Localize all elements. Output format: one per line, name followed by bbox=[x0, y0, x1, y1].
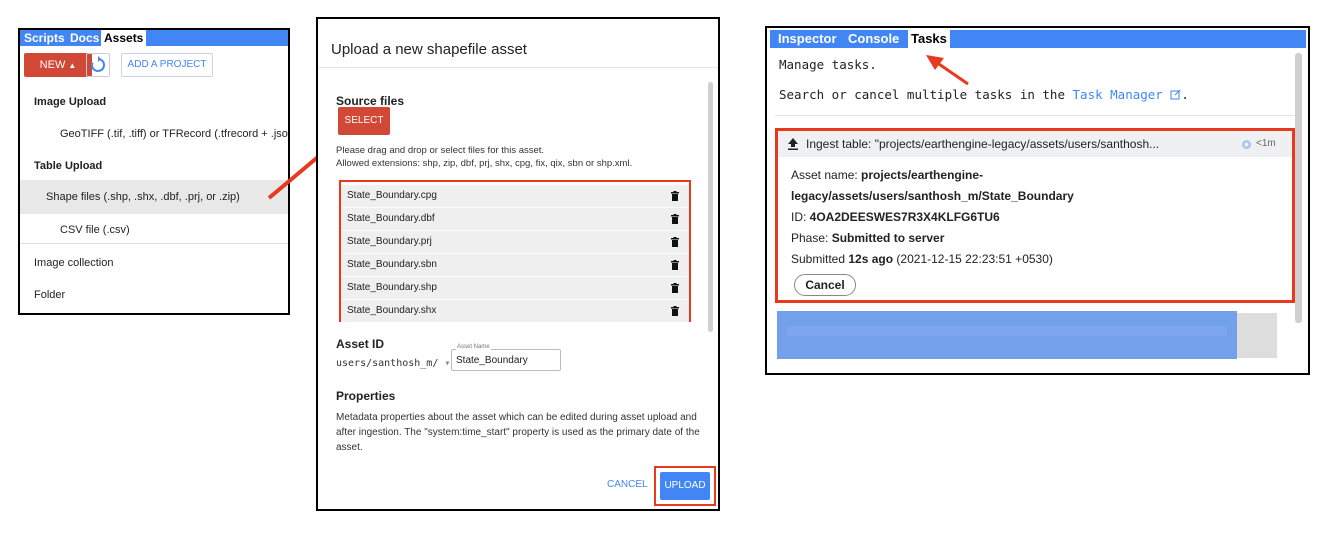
trash-icon[interactable] bbox=[671, 260, 679, 270]
shape-files-label: Shape files (.shp, .shx, .dbf, .prj, or … bbox=[46, 191, 240, 203]
tasks-panel: Inspector Console Tasks Manage tasks. Se… bbox=[765, 26, 1310, 375]
task-submitted-label: Submitted bbox=[791, 252, 849, 266]
task-manager-link[interactable]: Task Manager bbox=[1073, 87, 1163, 102]
properties-heading: Properties bbox=[336, 389, 396, 403]
dialog-scrollbar[interactable] bbox=[708, 82, 713, 332]
blurred-task-row bbox=[787, 326, 1227, 336]
task-time: <1m bbox=[1256, 138, 1276, 149]
tab-tasks[interactable]: Tasks bbox=[908, 30, 950, 48]
file-name: State_Boundary.sbn bbox=[347, 259, 437, 270]
trash-icon[interactable] bbox=[671, 283, 679, 293]
task-title: Ingest table: "projects/earthengine-lega… bbox=[806, 137, 1160, 151]
help-text-line2: Allowed extensions: shp, zip, dbf, prj, … bbox=[336, 158, 633, 169]
blurred-task-row bbox=[1237, 313, 1277, 358]
list-item: State_Boundary.cpg bbox=[341, 185, 689, 207]
tab-docs[interactable]: Docs bbox=[70, 30, 99, 46]
refresh-button[interactable] bbox=[86, 53, 110, 77]
gear-icon bbox=[1242, 140, 1251, 149]
search-tasks-line: Search or cancel multiple tasks in the T… bbox=[779, 87, 1189, 102]
upload-highlight: UPLOAD bbox=[654, 466, 716, 506]
folder-option[interactable]: Folder bbox=[34, 289, 288, 301]
asset-name-label: Asset Name bbox=[456, 344, 491, 350]
cancel-button[interactable]: CANCEL bbox=[607, 479, 648, 490]
divider bbox=[20, 243, 288, 244]
asset-name-value: projects/earthengine- bbox=[861, 168, 984, 182]
csv-file-option[interactable]: CSV file (.csv) bbox=[60, 224, 288, 236]
tasks-tab-bar: Inspector Console Tasks bbox=[770, 30, 1306, 48]
image-upload-heading: Image Upload bbox=[34, 96, 107, 108]
list-item: State_Boundary.shp bbox=[341, 277, 689, 299]
trash-icon[interactable] bbox=[671, 214, 679, 224]
assets-tab-bar: Scripts Docs Assets bbox=[20, 30, 288, 46]
upload-shapefile-dialog: Upload a new shapefile asset Source file… bbox=[316, 17, 720, 511]
tasks-scrollbar[interactable] bbox=[1295, 53, 1302, 323]
new-button-label: NEW bbox=[39, 59, 66, 71]
task-phase-label: Phase: bbox=[791, 231, 832, 245]
dropdown-icon: ▾ bbox=[444, 358, 451, 369]
task-id-value: 4OA2DEESWES7R3X4KLFG6TU6 bbox=[809, 210, 1000, 224]
search-tasks-text: Search or cancel multiple tasks in the bbox=[779, 87, 1065, 102]
trash-icon[interactable] bbox=[671, 237, 679, 247]
task-submitted-line: Submitted 12s ago (2021-12-15 22:23:51 +… bbox=[791, 252, 1053, 266]
asset-name-line1: Asset name: projects/earthengine- bbox=[791, 168, 983, 182]
file-name: State_Boundary.shx bbox=[347, 305, 437, 316]
task-phase-value: Submitted to server bbox=[831, 231, 945, 245]
file-name: State_Boundary.shp bbox=[347, 282, 437, 293]
shape-files-option[interactable]: Shape files (.shp, .shx, .dbf, .prj, or … bbox=[20, 180, 288, 214]
tab-scripts[interactable]: Scripts bbox=[24, 30, 65, 46]
asset-id-prefix: users/santhosh_m/ bbox=[336, 358, 439, 369]
list-item: State_Boundary.dbf bbox=[341, 208, 689, 230]
tab-assets[interactable]: Assets bbox=[101, 30, 147, 46]
tab-inspector[interactable]: Inspector bbox=[778, 30, 837, 48]
trash-icon[interactable] bbox=[671, 306, 679, 316]
list-item: State_Boundary.prj bbox=[341, 231, 689, 253]
select-button[interactable]: SELECT bbox=[338, 107, 390, 135]
title-divider bbox=[318, 67, 718, 68]
file-name: State_Boundary.dbf bbox=[347, 213, 435, 224]
search-tasks-end: . bbox=[1181, 87, 1189, 102]
dialog-title: Upload a new shapefile asset bbox=[331, 41, 527, 58]
asset-name-input[interactable]: Asset Name State_Boundary bbox=[451, 344, 561, 371]
divider bbox=[775, 115, 1295, 116]
list-item: State_Boundary.sbn bbox=[341, 254, 689, 276]
asset-name-line2: legacy/assets/users/santhosh_m/State_Bou… bbox=[791, 189, 1074, 203]
task-id-line: ID: 4OA2DEESWES7R3X4KLFG6TU6 bbox=[791, 210, 1000, 224]
task-submitted-ago: 12s ago bbox=[848, 252, 894, 266]
asset-name-value-cont: legacy/assets/users/santhosh_m/State_Bou… bbox=[791, 189, 1074, 203]
upload-button[interactable]: UPLOAD bbox=[660, 472, 710, 500]
external-link-icon[interactable] bbox=[1170, 89, 1181, 100]
add-project-button[interactable]: ADD A PROJECT bbox=[121, 53, 213, 77]
image-collection-option[interactable]: Image collection bbox=[34, 257, 288, 269]
manage-tasks-text: Manage tasks. bbox=[779, 57, 877, 72]
task-header[interactable]: Ingest table: "projects/earthengine-lega… bbox=[778, 131, 1292, 157]
assets-panel: Scripts Docs Assets NEW ▲ ADD A PROJECT … bbox=[18, 28, 290, 315]
caret-up-icon: ▲ bbox=[68, 61, 77, 70]
task-phase-line: Phase: Submitted to server bbox=[791, 231, 944, 245]
file-name: State_Boundary.cpg bbox=[347, 190, 437, 201]
asset-id-heading: Asset ID bbox=[336, 337, 385, 351]
tab-console[interactable]: Console bbox=[848, 30, 899, 48]
geotiff-option[interactable]: GeoTIFF (.tif, .tiff) or TFRecord (.tfre… bbox=[60, 128, 288, 140]
task-card: Ingest table: "projects/earthengine-lega… bbox=[775, 128, 1295, 303]
source-files-heading: Source files bbox=[336, 94, 405, 108]
cancel-task-button[interactable]: Cancel bbox=[794, 274, 856, 296]
help-text-line1: Please drag and drop or select files for… bbox=[336, 145, 545, 156]
asset-name-value: State_Boundary bbox=[456, 355, 528, 366]
refresh-icon bbox=[91, 56, 105, 72]
upload-icon bbox=[788, 138, 798, 150]
asset-id-prefix-select[interactable]: users/santhosh_m/ ▾ bbox=[336, 358, 450, 369]
properties-description: Metadata properties about the asset whic… bbox=[336, 412, 700, 453]
callout-arrow bbox=[926, 55, 969, 86]
task-submitted-date: (2021-12-15 22:23:51 +0530) bbox=[896, 252, 1053, 266]
trash-icon[interactable] bbox=[671, 191, 679, 201]
task-id-label: ID: bbox=[791, 210, 810, 224]
file-list: State_Boundary.cpg State_Boundary.dbf St… bbox=[339, 180, 691, 322]
file-name: State_Boundary.prj bbox=[347, 236, 432, 247]
new-button[interactable]: NEW ▲ bbox=[24, 53, 92, 77]
table-upload-heading: Table Upload bbox=[34, 160, 103, 172]
asset-name-label: Asset name: bbox=[791, 168, 862, 182]
list-item: State_Boundary.shx bbox=[341, 300, 689, 322]
